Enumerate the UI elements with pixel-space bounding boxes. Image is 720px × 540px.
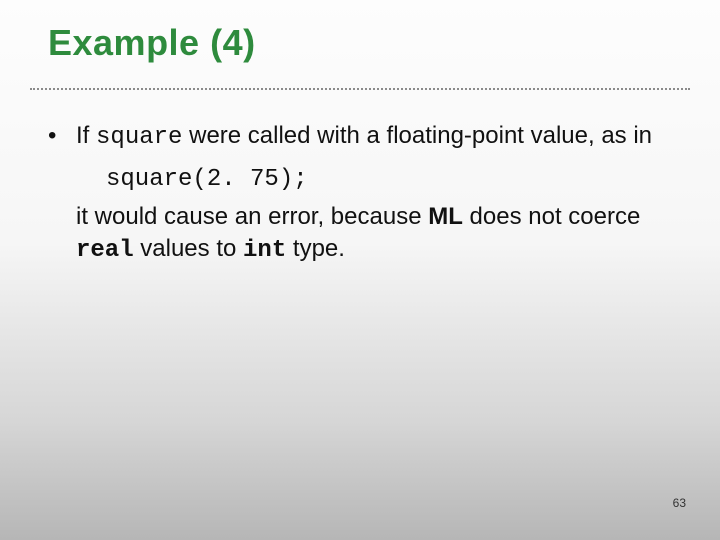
text-fragment: values to (134, 235, 243, 262)
continuation-text: it would cause an error, because ML does… (76, 201, 672, 266)
ml-keyword: ML (428, 203, 463, 230)
bullet-mark: • (48, 120, 76, 152)
code-block: square(2. 75); (106, 164, 672, 196)
divider-line (30, 88, 690, 90)
text-fragment: it would cause an error, because (76, 203, 428, 230)
text-fragment: type. (286, 235, 345, 262)
page-number: 63 (673, 496, 686, 510)
slide-title: Example (4) (48, 22, 256, 64)
code-inline-int: int (243, 237, 286, 264)
slide: Example (4) • If square were called with… (0, 0, 720, 540)
code-inline-real: real (76, 237, 134, 264)
text-fragment: If (76, 122, 96, 149)
code-inline-square: square (96, 124, 182, 151)
slide-body: • If square were called with a floating-… (48, 120, 672, 267)
bullet-item: • If square were called with a floating-… (48, 120, 672, 154)
text-fragment: does not coerce (463, 203, 640, 230)
text-fragment: were called with a floating-point value,… (182, 122, 652, 149)
bullet-text: If square were called with a floating-po… (76, 120, 672, 154)
